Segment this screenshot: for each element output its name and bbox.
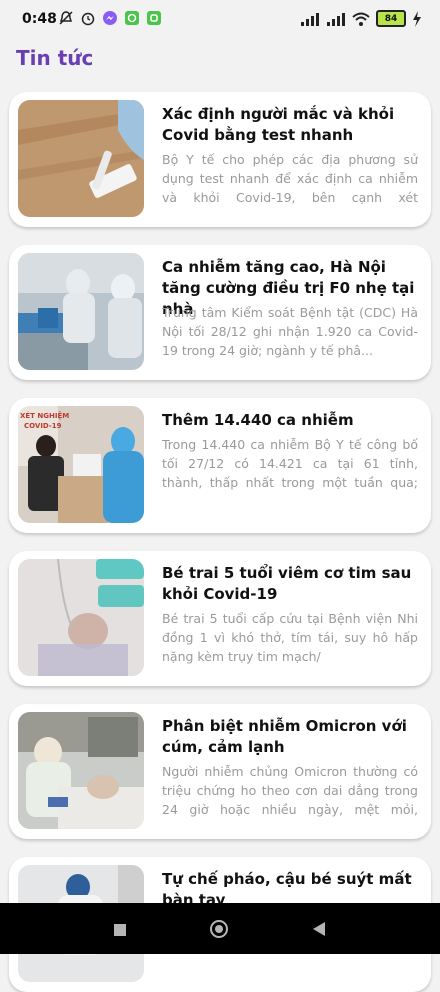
- home-button[interactable]: [210, 920, 228, 938]
- svg-text:XÉT NGHIỆM: XÉT NGHIỆM: [20, 411, 69, 420]
- alarm-icon: [81, 12, 95, 26]
- status-bar: 0:48 84: [0, 0, 440, 38]
- news-card[interactable]: Bé trai 5 tuổi viêm cơ tim sau khỏi Covi…: [9, 551, 431, 686]
- mute-notification-icon: [59, 11, 73, 25]
- charging-icon: [413, 10, 421, 27]
- back-button[interactable]: [313, 922, 325, 936]
- battery-icon: 84: [376, 10, 406, 27]
- icu-patient-image: [18, 712, 144, 829]
- news-thumbnail: [18, 712, 144, 829]
- news-card[interactable]: Ca nhiễm tăng cao, Hà Nội tăng cường điề…: [9, 245, 431, 380]
- news-summary: Bộ Y tế cho phép các địa phương sử dụng …: [162, 152, 418, 205]
- news-thumbnail: [18, 100, 144, 217]
- messenger-icon: [103, 11, 117, 25]
- news-card[interactable]: Phân biệt nhiễm Omicron với cúm, cảm lạn…: [9, 704, 431, 839]
- news-thumbnail: [18, 559, 144, 676]
- news-title: Xác định người mắc và khỏi Covid bằng te…: [162, 105, 395, 144]
- news-summary: Người nhiễm chủng Omicron thường có triệ…: [162, 764, 418, 817]
- testing-station-image: XÉT NGHIỆM COVID-19: [18, 406, 144, 523]
- news-thumbnail: [18, 253, 144, 370]
- child-patient-image: [18, 559, 144, 676]
- news-card[interactable]: Xác định người mắc và khỏi Covid bằng te…: [9, 92, 431, 227]
- news-summary: Trong 14.440 ca nhiễm Bộ Y tế công bố tố…: [162, 437, 418, 490]
- page-title: Tin tức: [16, 46, 94, 70]
- covid-test-image: [18, 100, 144, 217]
- news-card[interactable]: XÉT NGHIỆM COVID-19 Thêm 14.440 ca nhiễm…: [9, 398, 431, 533]
- app-green-icon-2: [147, 11, 161, 25]
- news-title: Bé trai 5 tuổi viêm cơ tim sau khỏi Covi…: [162, 564, 412, 603]
- status-time: 0:48: [22, 11, 57, 27]
- system-nav-bar: [0, 903, 440, 954]
- news-thumbnail: XÉT NGHIỆM COVID-19: [18, 406, 144, 523]
- signal-icon-2: [327, 12, 345, 26]
- news-title: Thêm 14.440 ca nhiễm: [162, 411, 354, 429]
- signal-icon: [301, 12, 319, 26]
- news-summary: Trung tâm Kiểm soát Bệnh tật (CDC) Hà Nộ…: [162, 305, 418, 358]
- wifi-icon: [352, 12, 370, 26]
- news-title: Phân biệt nhiễm Omicron với cúm, cảm lạn…: [162, 717, 407, 756]
- app-green-icon: [125, 11, 139, 25]
- svg-text:COVID-19: COVID-19: [24, 422, 62, 430]
- news-summary: Bé trai 5 tuổi cấp cứu tại Bệnh viện Nhi…: [162, 611, 418, 664]
- recent-apps-button[interactable]: [114, 924, 126, 936]
- hospital-ward-image: [18, 253, 144, 370]
